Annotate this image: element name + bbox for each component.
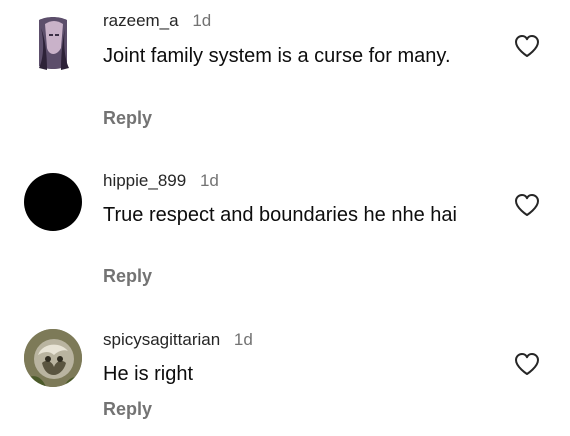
avatar[interactable] [24,173,82,231]
comment-meta: spicysagittarian 1d [103,330,253,350]
reply-button[interactable]: Reply [103,107,152,129]
comment-meta: hippie_899 1d [103,171,219,191]
username[interactable]: hippie_899 [103,171,186,190]
heart-outline-icon[interactable] [514,352,540,376]
timestamp: 1d [233,330,253,349]
comment-item: spicysagittarian 1d He is right Reply [0,310,570,436]
username[interactable]: spicysagittarian [103,330,220,349]
comment-text: He is right [103,363,194,385]
timestamp: 1d [199,171,219,190]
comment-item: razeem_a 1d Joint family system is a cur… [0,0,570,140]
avatar[interactable] [24,329,82,387]
profile-photo-icon [25,14,83,72]
profile-photo-icon [24,329,82,387]
reply-button[interactable]: Reply [103,265,152,287]
heart-outline-icon[interactable] [514,193,540,217]
heart-outline-icon[interactable] [514,34,540,58]
username[interactable]: razeem_a [103,11,179,30]
comment-item: hippie_899 1d True respect and boundarie… [0,140,570,310]
comment-text: Joint family system is a curse for many. [103,45,451,67]
comment-text: True respect and boundaries he nhe hai [103,204,457,226]
reply-button[interactable]: Reply [103,398,152,420]
avatar[interactable] [25,14,83,72]
comment-meta: razeem_a 1d [103,11,211,31]
timestamp: 1d [192,11,212,30]
